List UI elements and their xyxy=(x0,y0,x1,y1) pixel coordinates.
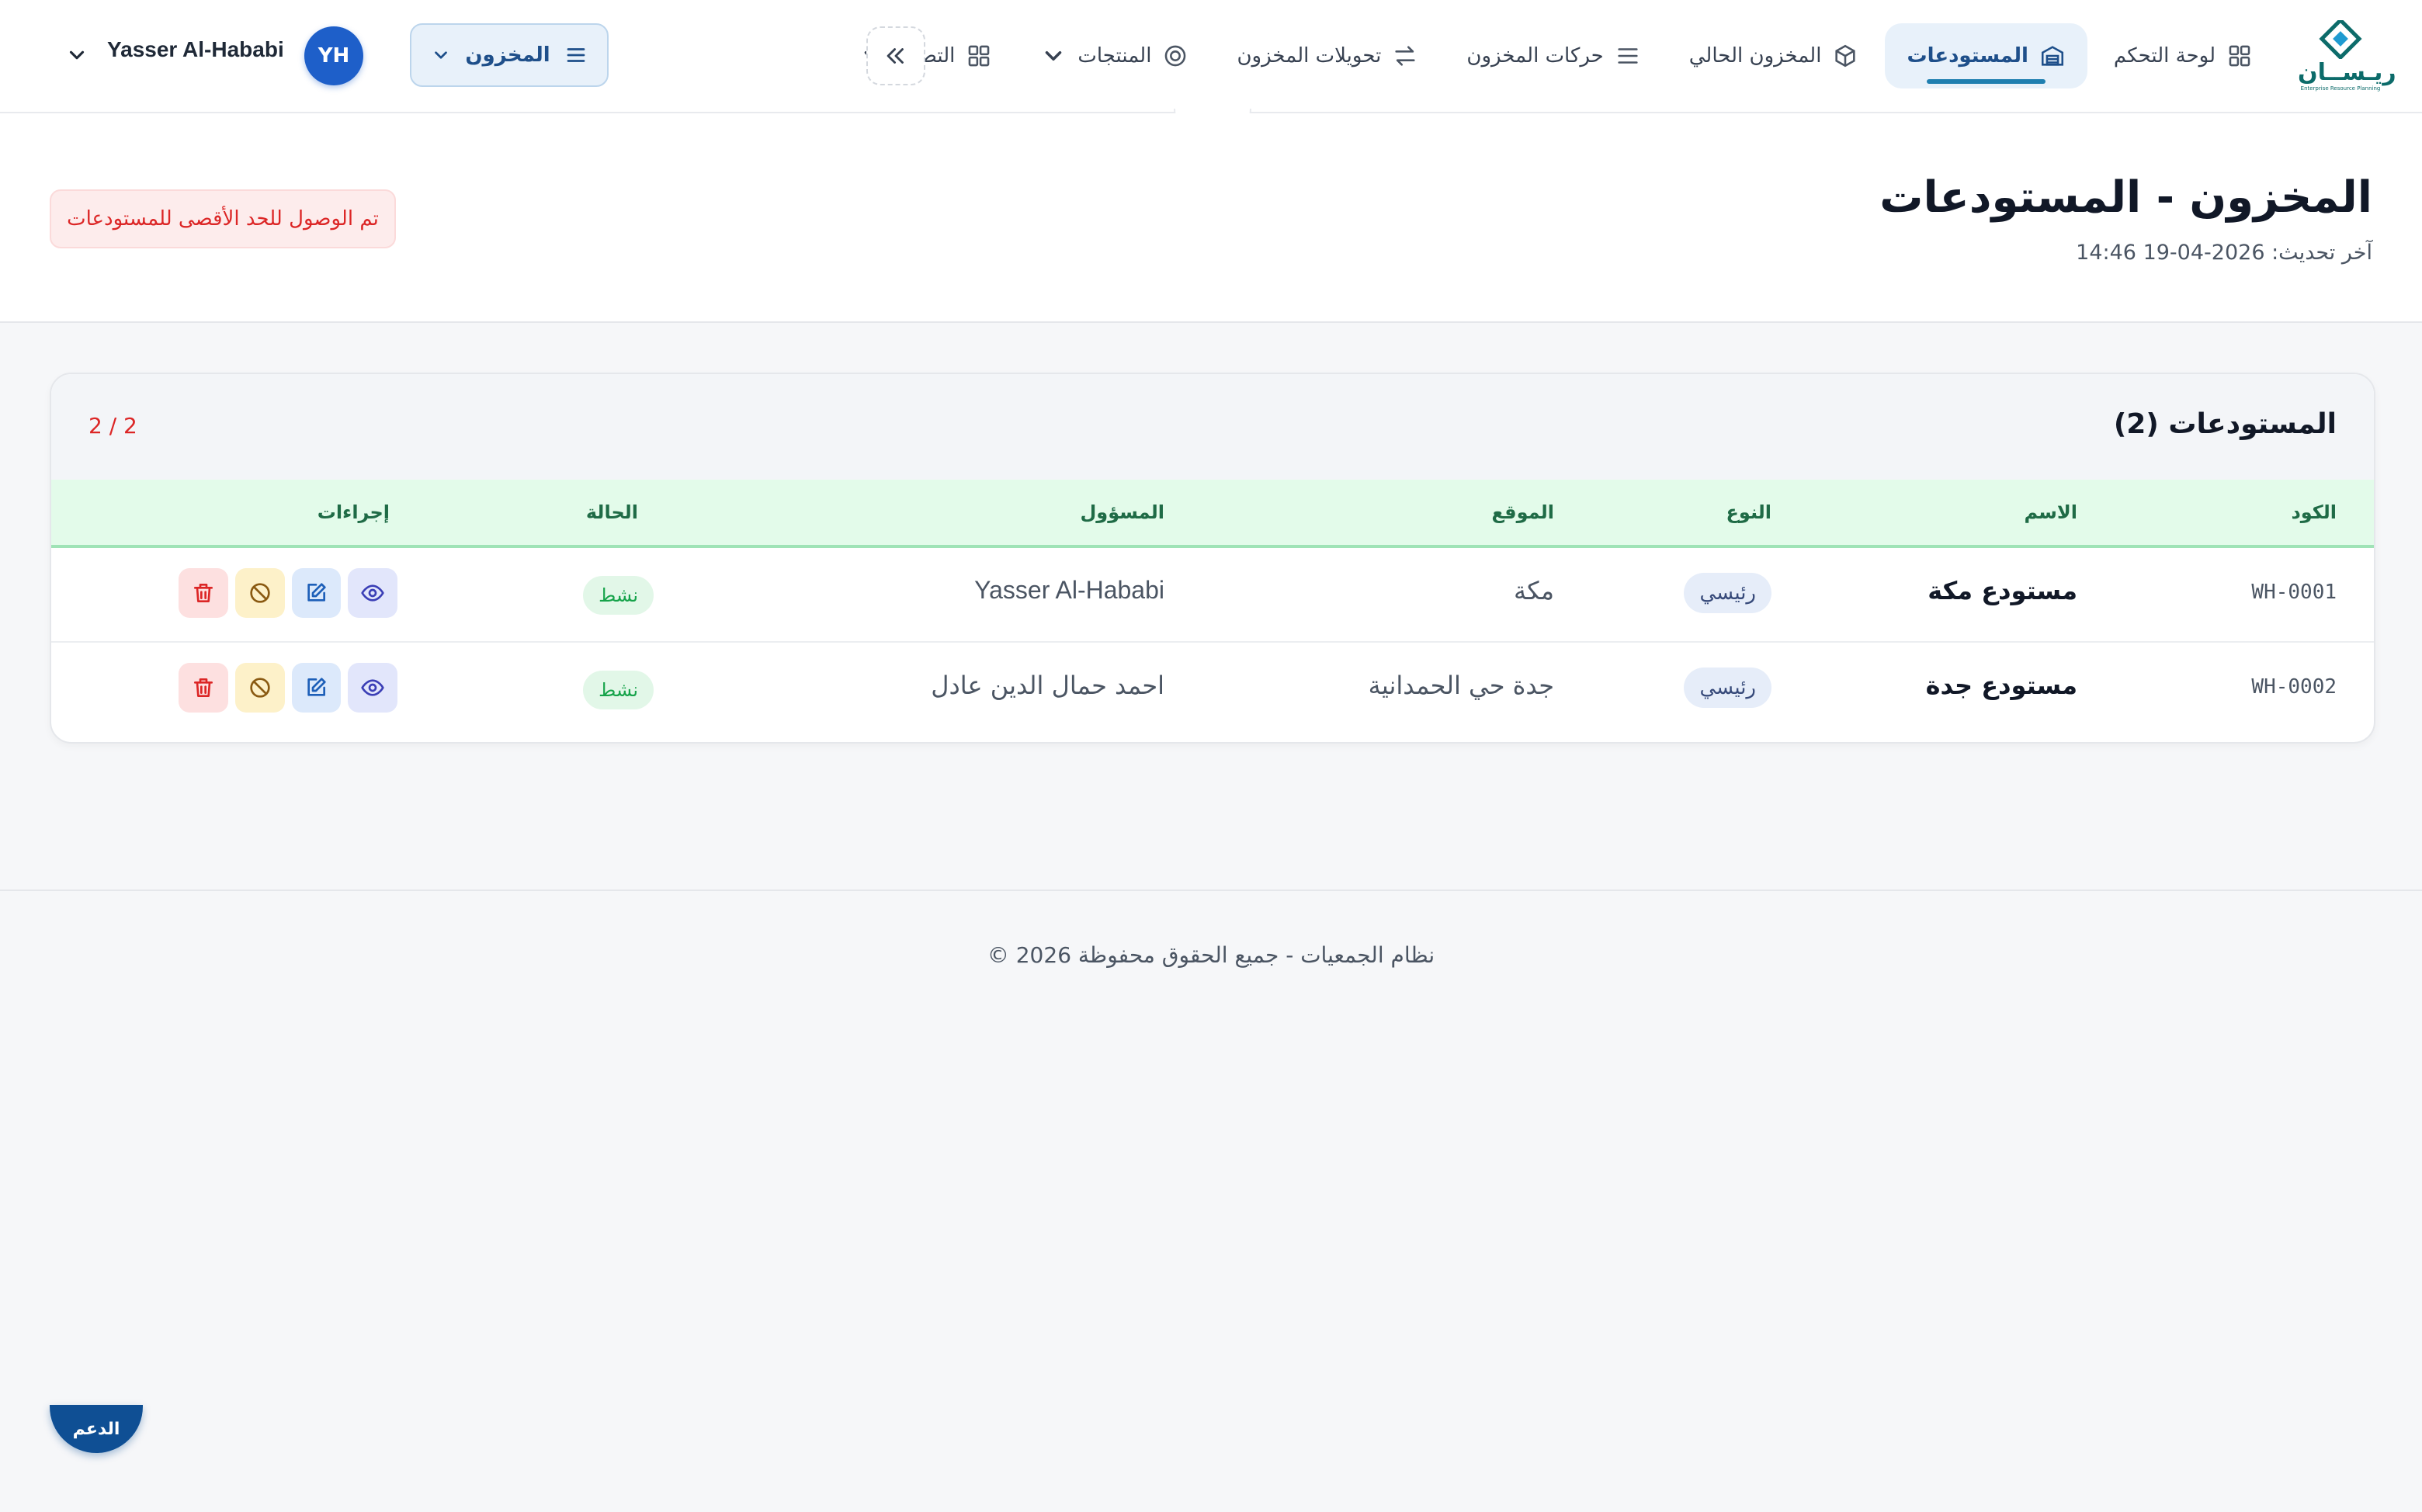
pencil-icon xyxy=(304,581,328,605)
warehouse-name: مستودع جدة xyxy=(1925,671,2077,700)
column-header-type[interactable]: النوع xyxy=(1726,501,1771,523)
warehouse-manager: Yasser Al-Hababi xyxy=(974,576,1164,604)
column-header-actions: إجراءات xyxy=(317,501,390,523)
trash-icon xyxy=(191,581,216,605)
nav-item-products[interactable]: المنتجات xyxy=(1018,23,1210,88)
copyright-text: © 2026 نظام الجمعيات - جميع الحقوق محفوظ… xyxy=(987,942,1435,968)
logo-subtitle: Enterprise Resource Planning xyxy=(2300,85,2381,92)
card-header: المستودعات (2) 2 / 2 xyxy=(51,374,2374,480)
column-header-location[interactable]: الموقع xyxy=(1492,501,1554,523)
nav-item-label: المخزون الحالي xyxy=(1688,44,1822,68)
column-header-code[interactable]: الكود xyxy=(2291,501,2337,523)
chevron-down-icon[interactable] xyxy=(65,43,88,67)
transfer-arrows-icon xyxy=(1392,43,1418,69)
type-badge: رئيسي xyxy=(1684,573,1771,613)
table-row[interactable]: WH-0002 مستودع جدة رئيسي جدة حي الحمداني… xyxy=(51,641,2374,736)
pencil-icon xyxy=(304,675,328,700)
page-title: المخزون - المستودعات xyxy=(1879,172,2372,223)
warehouse-code: WH-0001 xyxy=(2251,581,2337,604)
trash-icon xyxy=(191,675,216,700)
column-header-name[interactable]: الاسم xyxy=(2024,501,2077,523)
warehouse-code: WH-0002 xyxy=(2251,675,2337,699)
warehouse-icon xyxy=(2039,43,2066,69)
nav-item-label: حركات المخزون xyxy=(1466,44,1604,68)
logo-mark-icon xyxy=(2319,20,2362,59)
nav-item-label: المستودعات xyxy=(1907,44,2028,68)
active-indicator xyxy=(1927,79,2046,84)
box-icon xyxy=(1832,43,1858,69)
nav-item-stock-transfers[interactable]: تحويلات المخزون xyxy=(1215,23,1440,88)
nav-item-warehouses[interactable]: المستودعات xyxy=(1885,23,2087,88)
warehouses-card: المستودعات (2) 2 / 2 الكود الاسم النوع ا… xyxy=(50,373,2375,744)
user-avatar[interactable]: YH xyxy=(304,26,363,85)
nav-item-current-stock[interactable]: المخزون الحالي xyxy=(1667,23,1881,88)
brand-logo[interactable]: ريـســان Enterprise Resource Planning xyxy=(2298,20,2397,92)
table-header: الكود الاسم النوع الموقع المسؤول الحالة … xyxy=(51,480,2374,548)
nav-scroll-button[interactable] xyxy=(866,26,925,85)
nav-item-label: تحويلات المخزون xyxy=(1237,44,1382,68)
last-updated-text: آخر تحديث: 2026-04-19 14:46 xyxy=(2076,241,2372,265)
view-button[interactable] xyxy=(348,568,397,618)
user-name[interactable]: Yasser Al-Hababi xyxy=(107,37,284,62)
column-header-status[interactable]: الحالة xyxy=(586,501,638,523)
delete-button[interactable] xyxy=(179,568,228,618)
warehouse-name: مستودع مكة xyxy=(1928,576,2077,605)
status-badge: نشط xyxy=(583,576,654,615)
target-icon xyxy=(1162,43,1188,69)
column-header-manager[interactable]: المسؤول xyxy=(1080,501,1164,523)
chevron-down-icon xyxy=(431,45,451,65)
warehouse-count: 2 / 2 xyxy=(88,413,137,439)
page-header: المخزون - المستودعات آخر تحديث: 2026-04-… xyxy=(0,113,2422,323)
double-chevron-left-icon xyxy=(883,43,909,69)
main-nav: لوحة التحكم المستودعات المخزون الحالي حر… xyxy=(838,22,2275,90)
eye-icon xyxy=(360,675,385,700)
nav-item-manufacturing[interactable]: التصنيع xyxy=(838,23,1014,88)
menu-lines-icon xyxy=(564,43,588,67)
ban-icon xyxy=(248,581,272,605)
deactivate-button[interactable] xyxy=(234,568,285,618)
ban-icon xyxy=(248,675,272,700)
list-icon xyxy=(1615,43,1641,69)
view-button[interactable] xyxy=(348,663,397,713)
card-title: المستودعات (2) xyxy=(2113,408,2337,440)
top-navbar: ريـســان Enterprise Resource Planning لو… xyxy=(0,0,2422,113)
type-badge: رئيسي xyxy=(1684,668,1771,708)
logo-text: ريـســان xyxy=(2298,59,2397,86)
chevron-down-icon xyxy=(1040,43,1067,69)
grid-icon xyxy=(966,43,992,69)
grid-icon xyxy=(2226,43,2253,69)
page-footer: © 2026 نظام الجمعيات - جميع الحقوق محفوظ… xyxy=(0,890,2422,1512)
warehouse-location: جدة حي الحمدانية xyxy=(1368,671,1554,700)
warehouse-manager: احمد حمال الدين عادل xyxy=(931,671,1164,700)
nav-item-dashboard[interactable]: لوحة التحكم xyxy=(2092,23,2275,88)
status-badge: نشط xyxy=(583,671,654,709)
edit-button[interactable] xyxy=(291,663,342,713)
row-actions xyxy=(179,568,397,618)
module-menu-label: المخزون xyxy=(465,43,550,67)
eye-icon xyxy=(360,581,385,605)
delete-button[interactable] xyxy=(179,663,228,713)
warehouse-location: مكة xyxy=(1514,576,1554,605)
nav-item-label: المنتجات xyxy=(1077,44,1152,68)
nav-item-label: لوحة التحكم xyxy=(2113,44,2216,68)
edit-button[interactable] xyxy=(291,568,342,618)
row-actions xyxy=(179,663,397,713)
nav-item-stock-movements[interactable]: حركات المخزون xyxy=(1445,23,1662,88)
deactivate-button[interactable] xyxy=(234,663,285,713)
warehouse-limit-alert: تم الوصول للحد الأقصى للمستودعات xyxy=(50,189,396,248)
table-row[interactable]: WH-0001 مستودع مكة رئيسي مكة Yasser Al-H… xyxy=(51,546,2374,643)
module-menu-button[interactable]: المخزون xyxy=(410,23,609,87)
